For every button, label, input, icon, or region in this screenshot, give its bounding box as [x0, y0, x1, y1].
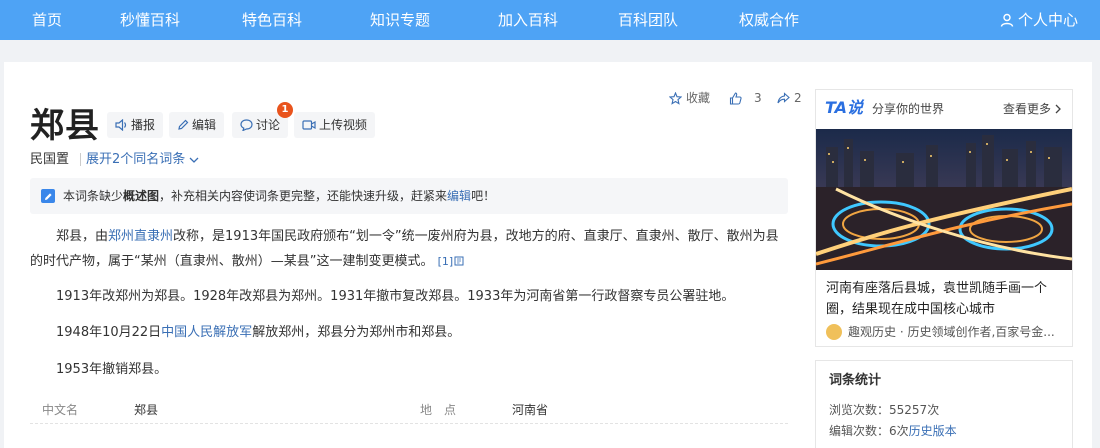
stat-edits-value: 6次 [889, 424, 909, 438]
notice-text-mid: ，补充相关内容使词条更完整，还能快速升级，赶紧来 [159, 189, 448, 203]
ta-author-text: 趣观历史 · 历史领域创作者,百家号金... [848, 325, 1055, 339]
nav-featured[interactable]: 特色百科 [242, 0, 302, 40]
user-center-label: 个人中心 [1017, 11, 1078, 29]
ta-more-link[interactable]: 查看更多 [1003, 101, 1062, 117]
page-title: 郑县 [30, 106, 100, 146]
missing-image-notice: 本词条缺少概述图，补充相关内容使词条更完整，还能快速升级，赶紧来编辑吧！ [30, 178, 788, 214]
nav-miaodong[interactable]: 秒懂百科 [120, 0, 180, 40]
top-nav: 首页 秒懂百科 特色百科 知识专题 加入百科 百科团队 权威合作 个人中心 [0, 0, 1100, 40]
discuss-label: 讨论 [256, 118, 281, 132]
like-count: 3 [754, 91, 762, 105]
collect-label: 收藏 [686, 91, 711, 105]
notice-text-pre: 本词条缺少 [63, 189, 124, 203]
expand-homonyms-link[interactable]: 展开2个同名词条 [86, 151, 199, 169]
thumbs-up-icon [729, 92, 742, 105]
collect-button[interactable]: 收藏 [668, 89, 711, 107]
stat-edits-label: 编辑次数： [829, 424, 890, 438]
basic-key-name: 中文名 [42, 403, 79, 417]
stat-edits: 编辑次数：6次历史版本 [829, 423, 957, 439]
entry-subtitle: 民国置 [30, 152, 70, 167]
link-zhengzhou-zhilizhou[interactable]: 郑州直隶州 [108, 229, 173, 244]
history-version-link[interactable]: 历史版本 [909, 424, 957, 438]
like-button[interactable]: 3 [729, 89, 762, 107]
nav-topics[interactable]: 知识专题 [370, 0, 430, 40]
chat-bubble-icon [240, 119, 253, 132]
share-button[interactable]: 2 [777, 89, 802, 107]
paragraph-2: 1913年改郑州为郑县。1928年改郑县为郑州。1931年撤市复改郑县。1933… [56, 289, 735, 304]
paragraph-1: 郑县，由郑州直隶州改称，是1913年国民政府颁布“划一令”统一废州府为县，改地方… [30, 224, 790, 274]
reference-icon [454, 256, 464, 266]
notice-text-bold: 概述图 [123, 189, 160, 203]
share-count: 2 [794, 91, 802, 105]
upload-video-label: 上传视频 [319, 118, 368, 132]
basic-info-row: 中文名 郑县 地 点 河南省 [30, 396, 788, 424]
p3-text-b: 解放郑州，郑县分为郑州市和郑县。 [252, 325, 461, 340]
upload-video-button[interactable]: 上传视频 [294, 112, 376, 138]
subtitle-divider [80, 153, 81, 166]
ta-author-line[interactable]: 趣观历史 · 历史领域创作者,百家号金... [826, 323, 1055, 341]
stats-title: 词条统计 [829, 373, 882, 388]
ta-logo: TA说 [825, 98, 864, 117]
nav-team[interactable]: 百科团队 [618, 0, 678, 40]
ta-card: TA说 分享你的世界 查看更多 河南有座落后县城，袁世凯随手画一个圈，结果现在成… [815, 89, 1073, 347]
pencil-icon [178, 119, 189, 130]
chevron-down-icon [189, 157, 199, 163]
notice-text-post: 吧！ [471, 189, 496, 203]
play-label: 播报 [131, 118, 156, 132]
paragraph-4: 1953年撤销郑县。 [56, 362, 168, 377]
speaker-icon [115, 118, 127, 132]
p3-text-a: 1948年10月22日 [56, 325, 162, 340]
user-icon [1000, 13, 1014, 27]
basic-value-location: 河南省 [512, 403, 549, 417]
edit-button[interactable]: 编辑 [169, 112, 225, 138]
basic-key-location: 地 点 [420, 403, 457, 417]
ta-more-label: 查看更多 [1002, 102, 1051, 116]
citation-number: [1] [437, 255, 454, 268]
nav-join[interactable]: 加入百科 [498, 0, 558, 40]
p1-text-a: 郑县，由 [56, 229, 109, 244]
chevron-right-icon [1055, 104, 1061, 114]
stat-views-label: 浏览次数： [829, 403, 890, 417]
notice-text: 本词条缺少概述图，补充相关内容使词条更完整，还能快速升级，赶紧来编辑吧！ [63, 187, 495, 205]
notice-edit-link[interactable]: 编辑 [447, 189, 471, 203]
expand-label: 展开2个同名词条 [86, 152, 186, 167]
link-pla[interactable]: 中国人民解放军 [161, 325, 252, 340]
ta-headline[interactable]: 河南有座落后县城，袁世凯随手画一个圈，结果现在成中国核心城市 [826, 278, 1066, 320]
entry-stats-card: 词条统计 浏览次数：55257次 编辑次数：6次历史版本 [815, 360, 1073, 448]
stat-views-value: 55257次 [889, 403, 940, 417]
play-button[interactable]: 播报 [107, 112, 164, 138]
citation-link[interactable]: [1] [438, 255, 465, 268]
ta-slogan: 分享你的世界 [872, 102, 945, 116]
share-icon [777, 92, 790, 104]
paragraph-3: 1948年10月22日中国人民解放军解放郑州，郑县分为郑州市和郑县。 [30, 320, 790, 345]
discuss-count-badge: 1 [277, 102, 293, 118]
city-night-image[interactable] [816, 129, 1072, 270]
stat-views: 浏览次数：55257次 [829, 402, 939, 418]
user-center-link[interactable]: 个人中心 [1000, 0, 1078, 40]
basic-value-name: 郑县 [134, 403, 159, 417]
star-icon [668, 91, 683, 105]
video-camera-icon [302, 120, 316, 130]
edit-label: 编辑 [192, 118, 217, 132]
edit-notice-icon [41, 189, 55, 203]
avatar [826, 324, 842, 340]
nav-home[interactable]: 首页 [32, 0, 62, 40]
nav-authority[interactable]: 权威合作 [739, 0, 799, 40]
